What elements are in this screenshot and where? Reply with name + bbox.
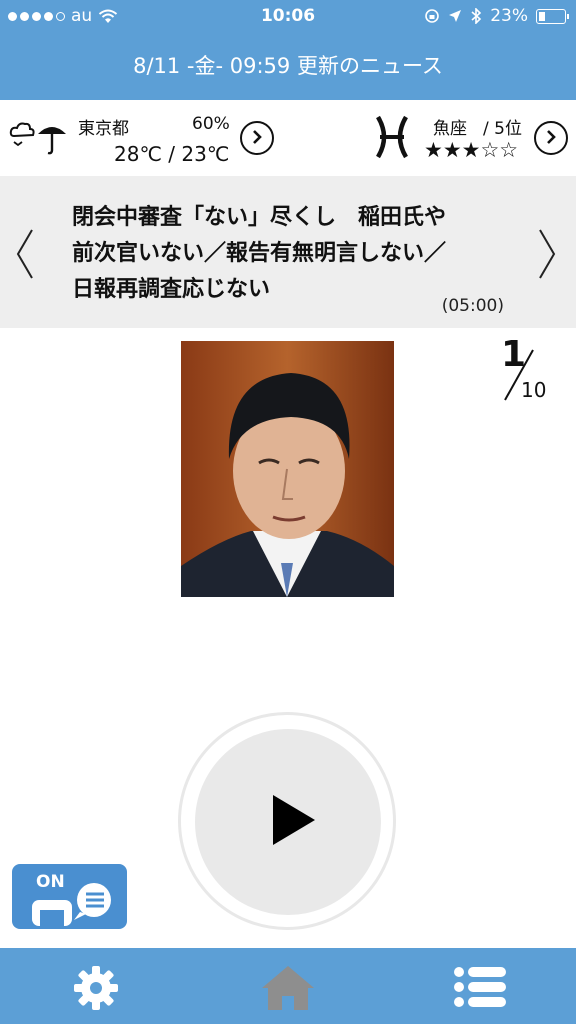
horoscope-rank: / 5位 bbox=[483, 119, 522, 139]
counter-total: 10 bbox=[521, 378, 547, 402]
home-icon[interactable] bbox=[260, 964, 316, 1012]
page-title: 8/11 -金- 09:59 更新のニュース bbox=[133, 54, 443, 78]
cloudy-rain-icon bbox=[9, 122, 66, 155]
news-time: (05:00) bbox=[441, 296, 504, 316]
weather-precip: 60% bbox=[192, 114, 230, 134]
pisces-icon bbox=[376, 115, 408, 159]
tab-bar bbox=[0, 948, 576, 1024]
speaker-bubble-icon bbox=[32, 883, 111, 926]
prev-news-button[interactable] bbox=[10, 224, 40, 284]
headline-line: 前次官いない／報告有無明言しない／ bbox=[72, 241, 447, 266]
bluetooth-icon bbox=[471, 8, 482, 24]
play-button[interactable] bbox=[195, 729, 381, 915]
horoscope-detail-button[interactable] bbox=[534, 121, 568, 155]
headline-panel: 閉会中審査「ない」尽くし 稲田氏や 前次官いない／報告有無明言しない／ 日報再調… bbox=[0, 176, 576, 328]
weather-location: 東京都 bbox=[78, 119, 129, 139]
news-headline[interactable]: 閉会中審査「ない」尽くし 稲田氏や 前次官いない／報告有無明言しない／ 日報再調… bbox=[72, 200, 512, 308]
weather-temps: 28℃ / 23℃ bbox=[114, 142, 230, 166]
battery-percent: 23% bbox=[490, 6, 528, 26]
location-icon bbox=[449, 10, 462, 22]
headline-line: 閉会中審査「ない」尽くし 稲田氏や bbox=[72, 205, 447, 230]
horoscope-sign: 魚座 bbox=[433, 119, 467, 139]
status-bar: au 10:06 23% bbox=[0, 0, 576, 32]
news-counter: 1 10 bbox=[495, 334, 565, 410]
next-news-button[interactable] bbox=[532, 224, 562, 284]
app-header: 8/11 -金- 09:59 更新のニュース bbox=[0, 32, 576, 100]
horoscope-stars: ★★★☆☆ bbox=[424, 138, 519, 162]
weather-detail-button[interactable] bbox=[240, 121, 274, 155]
play-icon bbox=[273, 795, 315, 845]
orientation-lock-icon bbox=[425, 9, 440, 23]
battery-icon bbox=[536, 8, 569, 24]
list-icon[interactable] bbox=[454, 966, 506, 1008]
news-photo bbox=[181, 341, 394, 597]
info-bar: 東京都 60% 28℃ / 23℃ 魚座 / 5位 ★★★☆☆ bbox=[0, 100, 576, 176]
gear-icon[interactable] bbox=[72, 964, 120, 1012]
chevron-right-icon bbox=[547, 130, 556, 144]
chevron-right-icon bbox=[253, 130, 262, 144]
auto-play-toggle[interactable]: ON bbox=[12, 864, 127, 929]
